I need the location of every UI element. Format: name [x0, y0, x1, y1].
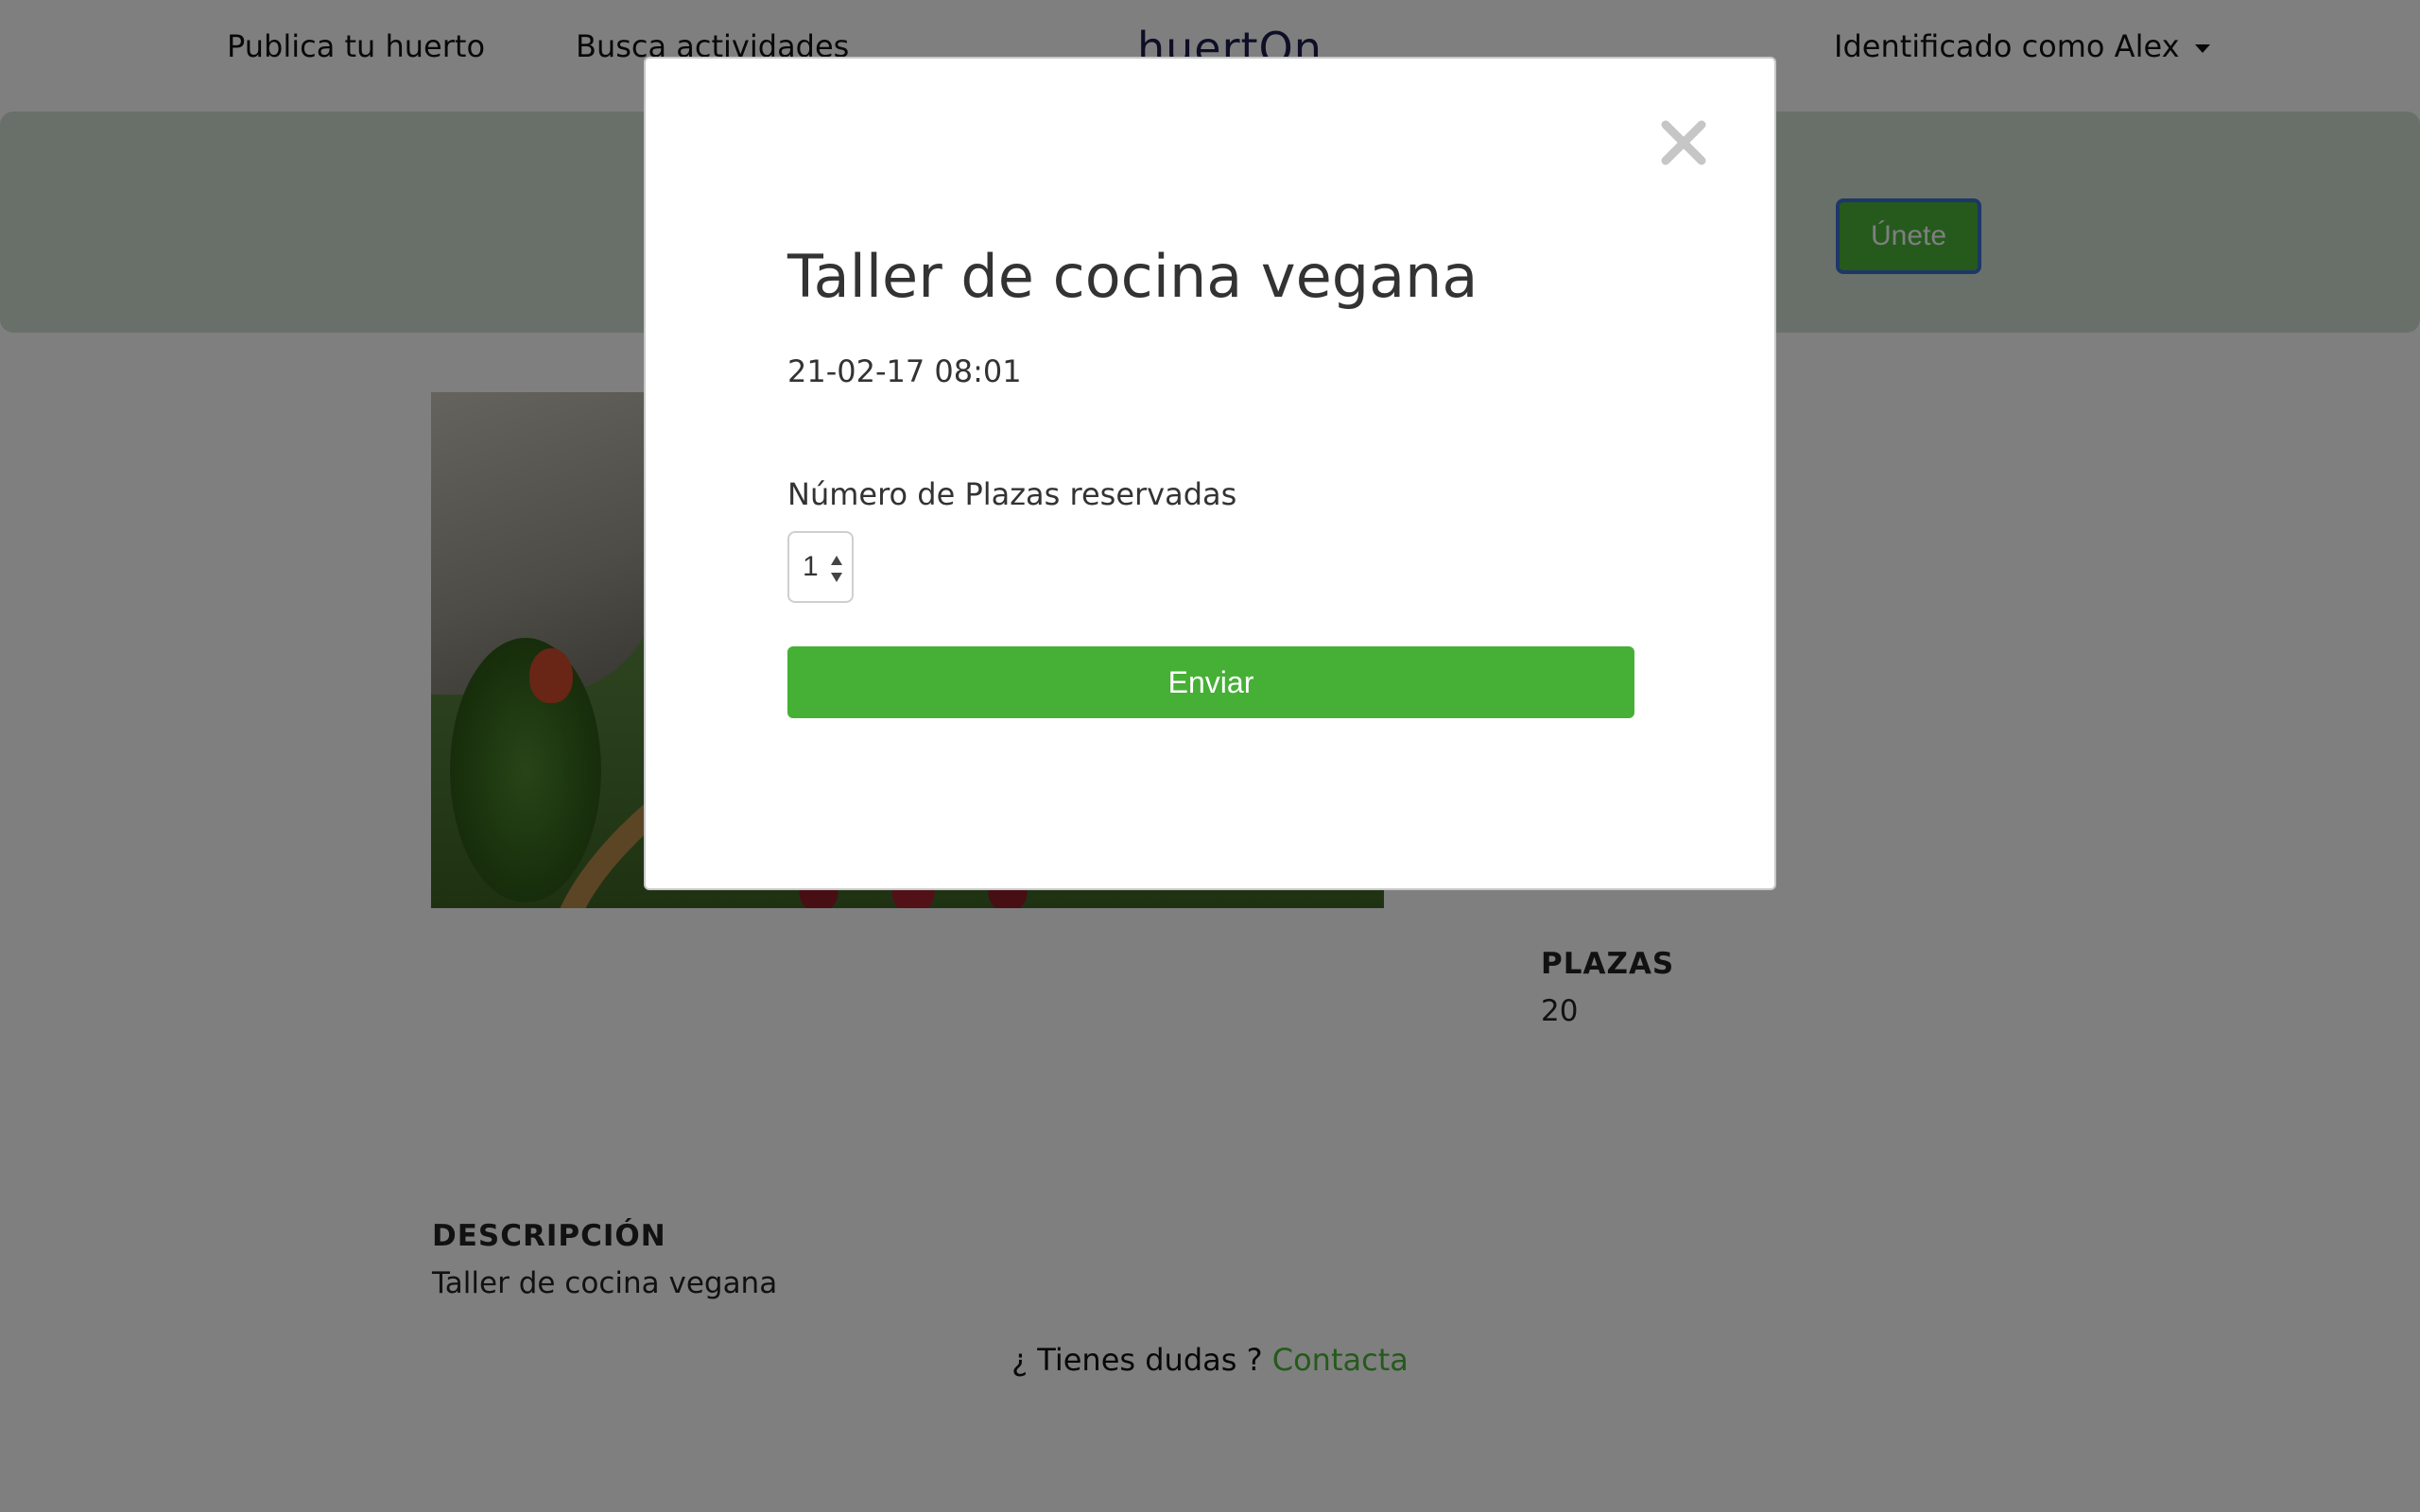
stepper-value: 1: [803, 551, 819, 582]
submit-button[interactable]: Enviar: [787, 646, 1634, 718]
event-date: 21-02-17 08:01: [787, 353, 1022, 389]
seats-field-label: Número de Plazas reservadas: [787, 476, 1237, 512]
close-icon[interactable]: [1656, 115, 1711, 170]
stepper-arrows-icon[interactable]: [830, 554, 843, 584]
reservation-modal: Taller de cocina vegana 21-02-17 08:01 N…: [644, 57, 1776, 890]
modal-title: Taller de cocina vegana: [787, 242, 1478, 311]
seats-stepper[interactable]: 1: [787, 531, 854, 603]
